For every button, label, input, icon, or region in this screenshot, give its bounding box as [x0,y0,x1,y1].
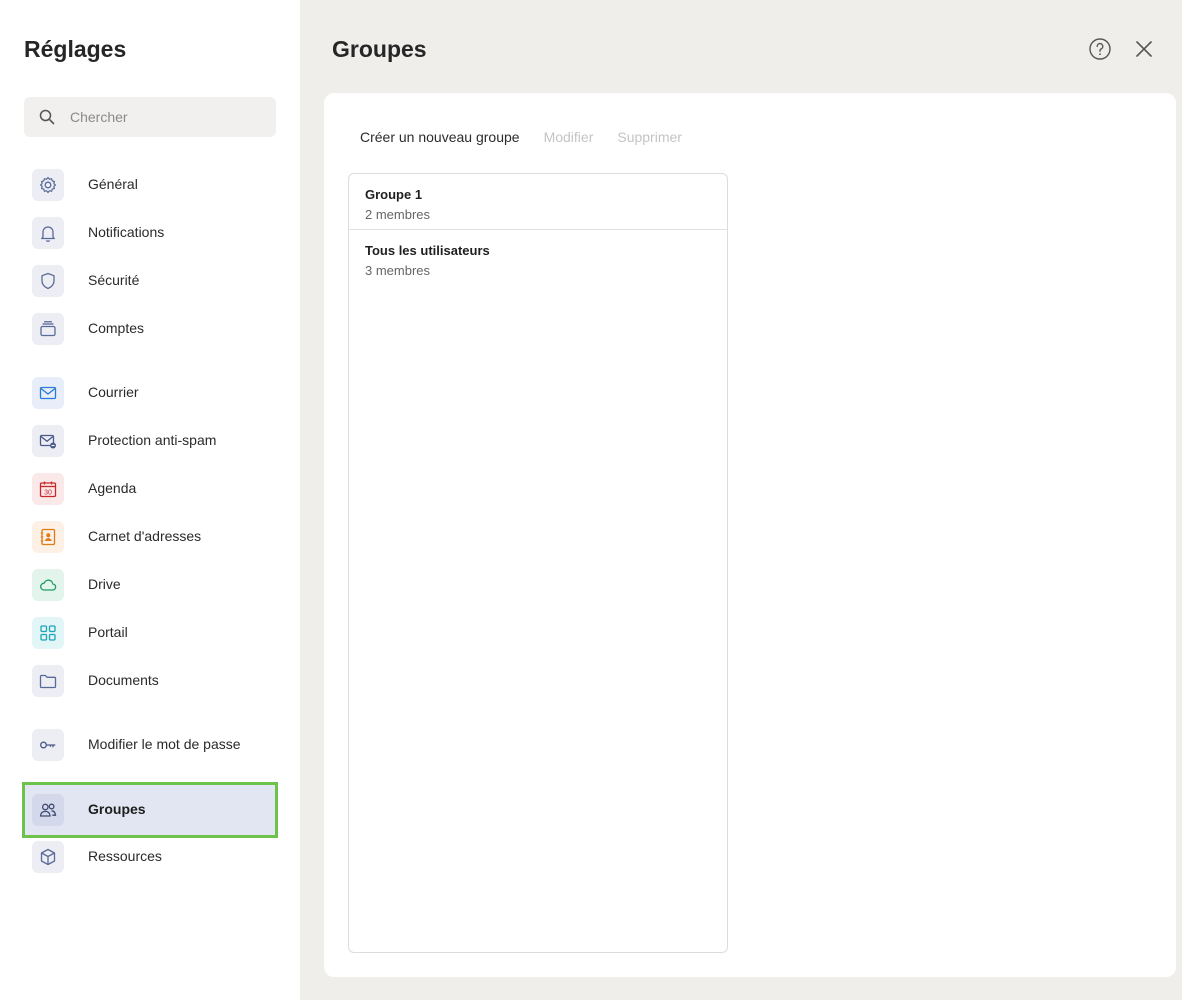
sidebar-item-courrier[interactable]: Courrier [24,369,276,417]
cloud-icon [32,569,64,601]
help-button[interactable] [1088,37,1112,61]
sidebar-item-label: Groupes [88,801,146,817]
sidebar-item-notifications[interactable]: Notifications [24,209,276,257]
close-icon [1132,37,1156,61]
calendar-icon: 30 [32,473,64,505]
sidebar-item-antispam[interactable]: Protection anti-spam [24,417,276,465]
sidebar-title: Réglages [24,36,127,62]
list-item[interactable]: Tous les utilisateurs 3 membres [349,230,727,286]
sidebar-item-label: Comptes [88,320,145,336]
edit-group-button[interactable]: Modifier [544,129,594,145]
group-member-count: 2 membres [365,207,431,222]
search-icon [38,108,56,126]
sidebar-item-label: Protection anti-spam [88,432,217,448]
calendar-icon-day: 30 [44,489,52,496]
help-icon [1088,37,1112,61]
group-name: Tous les utilisateurs [365,243,490,258]
shield-icon [32,265,64,297]
sidebar-item-documents[interactable]: Documents [24,657,276,705]
accounts-icon [32,313,64,345]
sidebar-item-agenda[interactable]: 30 Agenda [24,465,276,513]
sidebar-item-label: Agenda [88,480,137,496]
search-input[interactable] [70,97,270,137]
sidebar-item-label: Général [88,176,138,192]
group-name: Groupe 1 [365,187,423,202]
bell-icon [32,217,64,249]
create-group-button[interactable]: Créer un nouveau groupe [360,129,520,145]
groups-panel: Créer un nouveau groupe Modifier Supprim… [324,93,1176,977]
sidebar-item-label: Ressources [88,848,162,864]
grid-icon [32,617,64,649]
group-list: Groupe 1 2 membres Tous les utilisateurs… [348,173,728,953]
spam-envelope-icon [32,425,64,457]
search-box[interactable] [24,97,276,137]
sidebar-item-drive[interactable]: Drive [24,561,276,609]
page-title: Groupes [332,36,427,62]
address-book-icon [32,521,64,553]
close-button[interactable] [1132,37,1156,61]
envelope-icon [32,377,64,409]
sidebar-item-label: Carnet d'adresses [88,528,202,544]
sidebar-item-portail[interactable]: Portail [24,609,276,657]
sidebar-item-carnet[interactable]: Carnet d'adresses [24,513,276,561]
group-member-count: 3 membres [365,263,431,278]
sidebar-item-label: Documents [88,672,159,688]
folder-icon [32,665,64,697]
sidebar-item-securite[interactable]: Sécurité [24,257,276,305]
sidebar-item-password[interactable]: Modifier le mot de passe [24,721,276,769]
sidebar-item-label: Courrier [88,384,139,400]
sidebar-item-label: Sécurité [88,272,140,288]
sidebar-item-label: Drive [88,576,121,592]
sidebar-item-label: Notifications [88,224,165,240]
gear-icon [32,169,64,201]
sidebar-item-general[interactable]: Général [24,161,276,209]
sidebar-item-label: Modifier le mot de passe [88,736,241,752]
sidebar-item-label: Portail [88,624,128,640]
list-item[interactable]: Groupe 1 2 membres [349,174,727,230]
groups-toolbar: Créer un nouveau groupe Modifier Supprim… [360,129,682,145]
settings-sidebar: Réglages Général Notifications Sécurité … [0,0,300,1000]
delete-group-button[interactable]: Supprimer [617,129,682,145]
sidebar-item-comptes[interactable]: Comptes [24,305,276,353]
sidebar-item-groupes[interactable]: Groupes [22,782,278,838]
users-icon [32,794,64,826]
sidebar-item-ressources[interactable]: Ressources [24,833,276,881]
key-icon [32,729,64,761]
cube-icon [32,841,64,873]
